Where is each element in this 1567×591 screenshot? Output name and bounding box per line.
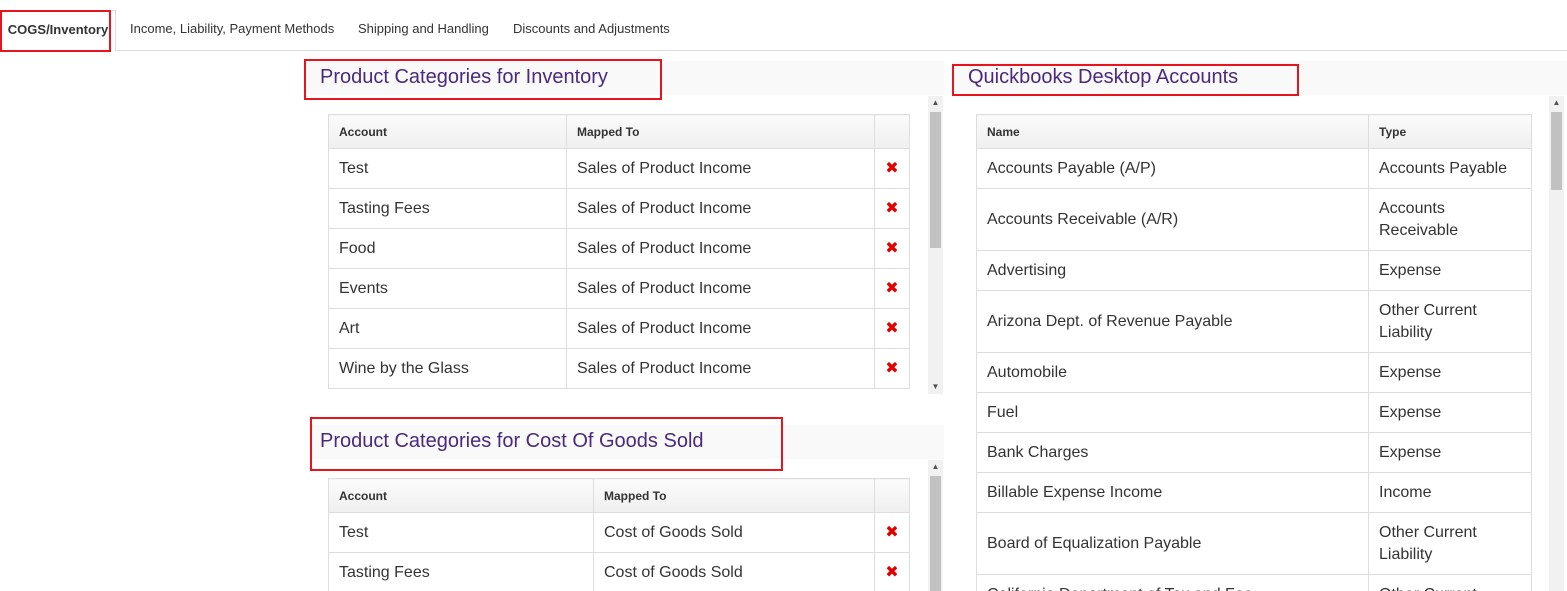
table-row[interactable]: Bank Charges Expense <box>976 432 1532 473</box>
scroll-down-arrow-icon[interactable]: ▼ <box>928 380 943 394</box>
tab-bar: COGS/Inventory Income, Liability, Paymen… <box>0 0 1567 52</box>
tab-discounts-adjustments[interactable]: Discounts and Adjustments <box>501 10 682 51</box>
account-cell: Wine by the Glass <box>328 348 567 389</box>
table-row[interactable]: Billable Expense Income Income <box>976 472 1532 513</box>
col-header-account: Account <box>328 114 567 149</box>
mapped-to-cell: Sales of Product Income <box>566 268 875 309</box>
inventory-table: Account Mapped To Test Sales of Product I… <box>328 114 910 389</box>
scroll-up-arrow-icon[interactable]: ▲ <box>1549 96 1564 110</box>
scroll-up-arrow-icon[interactable]: ▲ <box>928 460 943 474</box>
table-row[interactable]: Automobile Expense <box>976 352 1532 393</box>
col-header-actions <box>874 114 910 149</box>
mapped-to-cell: Sales of Product Income <box>566 228 875 269</box>
account-type-cell: Other Current <box>1368 574 1532 591</box>
mapped-to-cell: Sales of Product Income <box>566 148 875 189</box>
account-cell: Tasting Fees <box>328 188 567 229</box>
mapped-to-cell: Sales of Product Income <box>566 348 875 389</box>
qb-panel: Name Type Accounts Payable (A/P) Accounts… <box>955 96 1567 591</box>
qb-scrollbar[interactable]: ▲ <box>1549 96 1564 591</box>
delete-icon[interactable]: ✖ <box>874 228 910 269</box>
table-row[interactable]: California Department of Tax and FeeOthe… <box>976 574 1532 591</box>
inventory-panel: Account Mapped To Test Sales of Product I… <box>305 96 945 394</box>
scroll-thumb[interactable] <box>1551 112 1562 190</box>
delete-icon[interactable]: ✖ <box>874 268 910 309</box>
table-row: Art Sales of Product Income ✖ <box>328 308 910 349</box>
account-name-cell: Fuel <box>976 392 1369 433</box>
account-name-cell: Accounts Payable (A/P) <box>976 148 1369 189</box>
col-header-name: Name <box>976 114 1369 149</box>
qb-title: Quickbooks Desktop Accounts <box>968 66 1239 88</box>
col-header-actions <box>874 478 910 513</box>
account-type-cell: Expense <box>1368 392 1532 433</box>
cogs-table: Account Mapped To Test Cost of Goods Sold… <box>328 478 910 591</box>
col-header-account: Account <box>328 478 594 513</box>
scroll-up-arrow-icon[interactable]: ▲ <box>928 96 943 110</box>
mapped-to-cell: Cost of Goods Sold <box>593 512 875 553</box>
col-header-mapped: Mapped To <box>593 478 875 513</box>
account-name-cell: Automobile <box>976 352 1369 393</box>
account-type-cell: Accounts Receivable <box>1368 188 1532 251</box>
delete-icon[interactable]: ✖ <box>874 188 910 229</box>
table-row: Test Cost of Goods Sold ✖ <box>328 512 910 553</box>
account-name-cell: Board of Equalization Payable <box>976 512 1369 575</box>
table-row: Events Sales of Product Income ✖ <box>328 268 910 309</box>
delete-icon[interactable]: ✖ <box>874 148 910 189</box>
table-row[interactable]: Arizona Dept. of Revenue Payable Other Cu… <box>976 290 1532 353</box>
table-row: Food Sales of Product Income ✖ <box>328 228 910 269</box>
account-cell: Tasting Fees <box>328 552 594 591</box>
delete-icon[interactable]: ✖ <box>874 512 910 553</box>
account-name-cell: Advertising <box>976 250 1369 291</box>
account-name-cell: Bank Charges <box>976 432 1369 473</box>
col-header-mapped: Mapped To <box>566 114 875 149</box>
delete-icon[interactable]: ✖ <box>874 552 910 591</box>
mapped-to-cell: Sales of Product Income <box>566 308 875 349</box>
account-name-cell: Billable Expense Income <box>976 472 1369 513</box>
mapped-to-cell: Sales of Product Income <box>566 188 875 229</box>
scroll-thumb[interactable] <box>930 476 941 591</box>
tab-shipping-handling[interactable]: Shipping and Handling <box>346 10 501 51</box>
account-cell: Test <box>328 148 567 189</box>
qb-table: Name Type Accounts Payable (A/P) Accounts… <box>976 114 1532 591</box>
account-name-cell: Accounts Receivable (A/R) <box>976 188 1369 251</box>
table-row[interactable]: Advertising Expense <box>976 250 1532 291</box>
table-row: Wine by the Glass Sales of Product Income… <box>328 348 910 389</box>
account-type-cell: Income <box>1368 472 1532 513</box>
cogs-title: Product Categories for Cost Of Goods Sol… <box>320 430 704 452</box>
account-cell: Events <box>328 268 567 309</box>
table-row[interactable]: Fuel Expense <box>976 392 1532 433</box>
account-cell: Test <box>328 512 594 553</box>
cogs-scrollbar[interactable]: ▲ <box>928 460 943 591</box>
delete-icon[interactable]: ✖ <box>874 308 910 349</box>
account-type-cell: Expense <box>1368 352 1532 393</box>
account-type-cell: Accounts Payable <box>1368 148 1532 189</box>
account-type-cell: Other Current Liability <box>1368 512 1532 575</box>
table-row: Tasting Fees Cost of Goods Sold ✖ <box>328 552 910 591</box>
cogs-panel: Account Mapped To Test Cost of Goods Sold… <box>305 460 945 591</box>
tab-income-liability-payment[interactable]: Income, Liability, Payment Methods <box>118 10 346 51</box>
account-type-cell: Expense <box>1368 250 1532 291</box>
table-row[interactable]: Accounts Receivable (A/R) Accounts Receiv… <box>976 188 1532 251</box>
table-row[interactable]: Board of Equalization Payable Other Curre… <box>976 512 1532 575</box>
table-row: Test Sales of Product Income ✖ <box>328 148 910 189</box>
mapped-to-cell: Cost of Goods Sold <box>593 552 875 591</box>
account-cell: Art <box>328 308 567 349</box>
inventory-scrollbar[interactable]: ▲ ▼ <box>928 96 943 394</box>
col-header-type: Type <box>1368 114 1532 149</box>
account-type-cell: Other Current Liability <box>1368 290 1532 353</box>
account-name-cell: California Department of Tax and Fee <box>976 574 1369 591</box>
table-row[interactable]: Accounts Payable (A/P) Accounts Payable <box>976 148 1532 189</box>
delete-icon[interactable]: ✖ <box>874 348 910 389</box>
account-name-cell: Arizona Dept. of Revenue Payable <box>976 290 1369 353</box>
scroll-thumb[interactable] <box>930 112 941 248</box>
tab-cogs-inventory[interactable]: COGS/Inventory <box>0 10 116 52</box>
table-row: Tasting Fees Sales of Product Income ✖ <box>328 188 910 229</box>
inventory-title: Product Categories for Inventory <box>320 66 608 88</box>
account-type-cell: Expense <box>1368 432 1532 473</box>
account-cell: Food <box>328 228 567 269</box>
